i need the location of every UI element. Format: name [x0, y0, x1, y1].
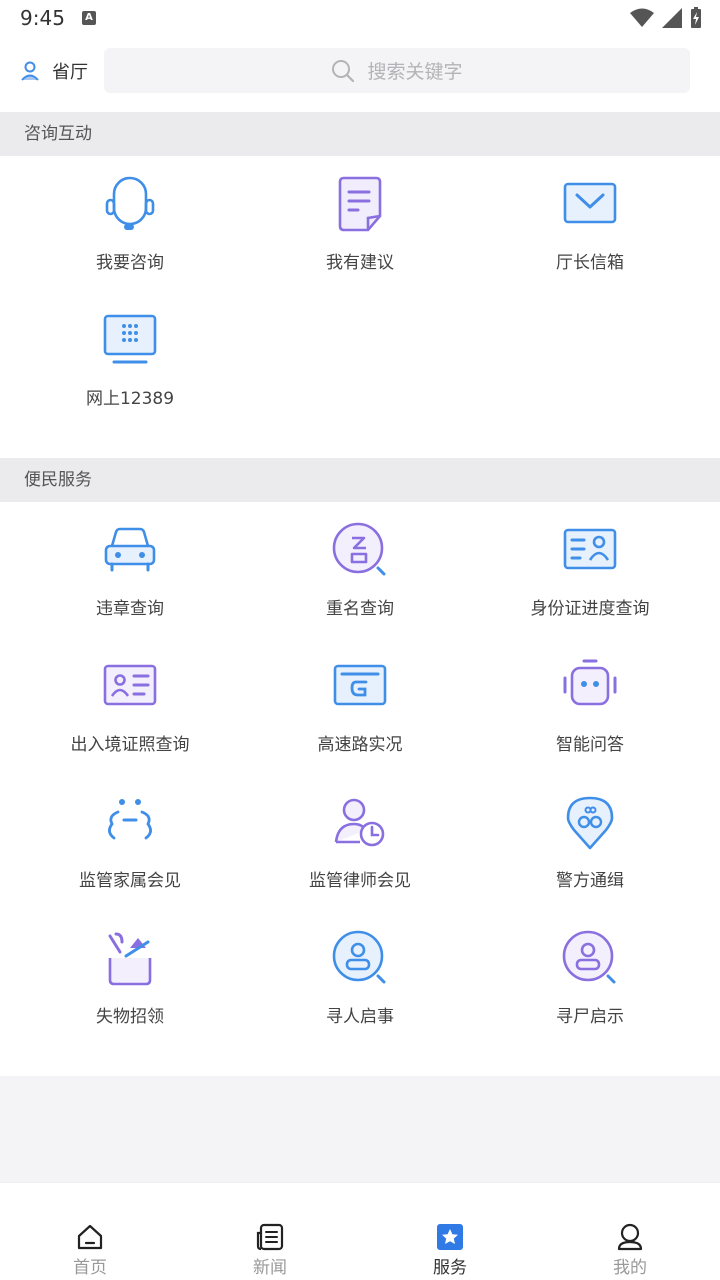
service-smart-qa[interactable]: 智能问答 — [470, 638, 710, 774]
status-notification-icon: A — [82, 11, 96, 25]
service-label: 寻尸启示 — [556, 1007, 624, 1027]
mail-icon — [563, 182, 617, 224]
service-label: 违章查询 — [96, 599, 164, 619]
service-highway[interactable]: 高速路实况 — [240, 638, 480, 774]
lawyer-clock-icon — [334, 798, 385, 847]
bottom-nav: 首页 新闻 服务 我的 — [0, 1182, 720, 1280]
service-name-check[interactable]: 重名查询 — [240, 502, 480, 638]
nav-label: 新闻 — [253, 1258, 287, 1278]
wifi-icon — [630, 8, 654, 27]
service-label: 网上12389 — [85, 389, 175, 409]
consult-grid: 我要咨询 我有建议 厅长信箱 网上12389 — [0, 156, 720, 458]
headset-icon — [105, 176, 155, 230]
profile-icon — [617, 1223, 643, 1251]
service-label: 重名查询 — [326, 599, 394, 619]
service-star-icon — [437, 1224, 463, 1250]
passport-card-icon — [103, 664, 157, 706]
location-label: 省厅 — [52, 62, 88, 83]
battery-icon — [691, 7, 701, 28]
service-label: 我要咨询 — [96, 253, 164, 273]
news-icon — [256, 1223, 284, 1251]
search-input[interactable]: 搜索关键字 — [104, 48, 690, 93]
status-time: 9:45 — [20, 6, 65, 30]
status-bar: 9:45 A — [0, 0, 720, 36]
service-label: 厅长信箱 — [556, 253, 624, 273]
car-icon — [104, 527, 156, 572]
service-entry-exit[interactable]: 出入境证照查询 — [10, 638, 250, 774]
service-label: 身份证进度查询 — [530, 599, 650, 619]
service-label: 出入境证照查询 — [70, 735, 190, 755]
nav-news[interactable]: 新闻 — [180, 1183, 360, 1280]
person-search-alt-icon — [562, 930, 616, 984]
document-icon — [338, 176, 382, 232]
person-search-icon — [332, 930, 386, 984]
nav-label: 服务 — [433, 1258, 467, 1278]
status-icons — [630, 7, 702, 29]
service-label: 高速路实况 — [317, 735, 403, 755]
nav-label: 我的 — [613, 1258, 647, 1278]
section-title-consult: 咨询互动 — [0, 112, 720, 156]
location-selector[interactable]: 省厅 — [18, 58, 88, 84]
search-placeholder: 搜索关键字 — [367, 61, 463, 83]
handcuffs-pin-icon — [566, 796, 614, 850]
service-lawyer-visit[interactable]: 监管律师会见 — [240, 774, 480, 910]
service-id-progress[interactable]: 身份证进度查询 — [470, 502, 710, 638]
service-body-notice[interactable]: 寻尸启示 — [470, 910, 710, 1046]
service-missing-person[interactable]: 寻人启事 — [240, 910, 480, 1046]
service-consult[interactable]: 我要咨询 — [10, 156, 250, 292]
header: 省厅 搜索关键字 — [0, 36, 720, 112]
nav-label: 首页 — [73, 1258, 107, 1278]
home-icon — [77, 1224, 103, 1250]
name-search-icon — [332, 522, 386, 576]
robot-icon — [563, 659, 617, 706]
service-label: 监管律师会见 — [309, 871, 411, 891]
service-label: 我有建议 — [326, 253, 394, 273]
family-visit-icon — [108, 799, 152, 840]
search-icon — [332, 59, 355, 82]
signal-icon — [662, 8, 682, 28]
section-title-convenience: 便民服务 — [0, 458, 720, 502]
service-mailbox[interactable]: 厅长信箱 — [470, 156, 710, 292]
nav-home[interactable]: 首页 — [0, 1183, 180, 1280]
service-label: 寻人启事 — [326, 1007, 394, 1027]
service-label: 失物招领 — [96, 1007, 164, 1027]
service-family-visit[interactable]: 监管家属会见 — [10, 774, 250, 910]
dialpad-monitor-icon — [103, 314, 157, 364]
service-label: 监管家属会见 — [79, 871, 181, 891]
service-label: 智能问答 — [556, 735, 624, 755]
service-suggest[interactable]: 我有建议 — [240, 156, 480, 292]
lost-found-box-icon — [108, 932, 152, 986]
service-lost-found[interactable]: 失物招领 — [10, 910, 250, 1046]
location-person-icon — [21, 61, 39, 81]
service-wanted[interactable]: 警方通缉 — [470, 774, 710, 910]
service-12389[interactable]: 网上12389 — [10, 292, 250, 428]
highway-monitor-icon — [333, 664, 387, 706]
nav-profile[interactable]: 我的 — [540, 1183, 720, 1280]
nav-service[interactable]: 服务 — [360, 1183, 540, 1280]
id-card-icon — [563, 528, 617, 570]
service-traffic-violation[interactable]: 违章查询 — [10, 502, 250, 638]
service-label: 警方通缉 — [556, 871, 624, 891]
convenience-grid: 违章查询 重名查询 身份证进度查询 出入境证照查询 高速路实况 智能问答 监管家… — [0, 502, 720, 1076]
